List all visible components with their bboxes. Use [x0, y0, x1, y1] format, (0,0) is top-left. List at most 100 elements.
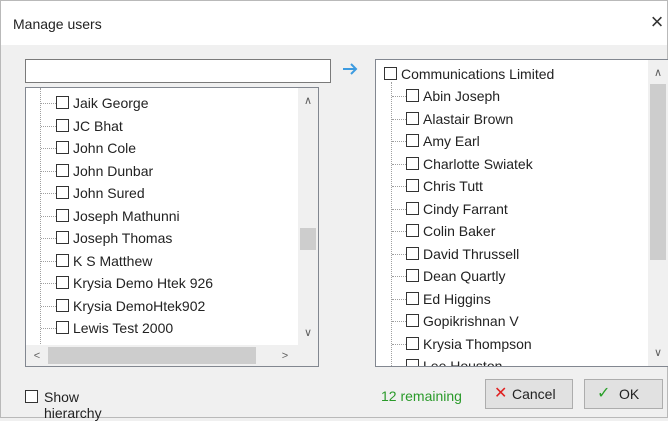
list-item[interactable]: Dean Quartly: [376, 265, 646, 287]
show-hierarchy-checkbox[interactable]: [25, 390, 38, 403]
checkbox[interactable]: [56, 253, 69, 267]
list-item[interactable]: Ed Higgins: [376, 288, 646, 310]
left-horizontal-scrollbar[interactable]: < >: [25, 345, 319, 367]
list-item[interactable]: John Cole: [26, 137, 296, 159]
cancel-button[interactable]: ✕ Cancel: [485, 379, 573, 409]
user-name-label: Lee Houston: [423, 358, 503, 367]
scroll-up-icon[interactable]: ∧: [649, 64, 667, 82]
checkbox[interactable]: [406, 201, 419, 215]
checkbox[interactable]: [56, 298, 69, 312]
list-item[interactable]: Lee Houston: [376, 355, 646, 367]
close-icon[interactable]: ×: [645, 10, 668, 34]
tree-connector: [392, 321, 406, 322]
checkbox[interactable]: [56, 208, 69, 222]
list-item[interactable]: Gopikrishnan V: [376, 310, 646, 332]
list-item[interactable]: Krysia DemoHtek902: [26, 295, 296, 317]
checkbox[interactable]: [406, 179, 419, 192]
list-item[interactable]: Krysia Thompson: [376, 333, 646, 355]
scroll-thumb[interactable]: [650, 84, 666, 260]
list-item[interactable]: John Dunbar: [26, 160, 296, 182]
checkbox[interactable]: [406, 224, 419, 237]
user-name-label: Cindy Farrant: [423, 200, 508, 217]
tree-connector: [41, 260, 56, 262]
list-item[interactable]: David Thrussell: [376, 243, 646, 265]
checkbox[interactable]: [406, 291, 419, 305]
user-name-label: Chris Tutt: [423, 178, 483, 194]
tree-connector: [392, 141, 406, 142]
user-name-label: Ed Higgins: [423, 290, 491, 307]
tree-connector: [392, 118, 406, 120]
scroll-right-icon[interactable]: >: [276, 347, 294, 365]
checkbox[interactable]: [406, 359, 419, 366]
list-item[interactable]: Joseph Thomas: [26, 227, 296, 249]
available-users-list[interactable]: Jaik George JC Bhat John Cole John Dunbar Jo…: [25, 87, 319, 367]
left-vertical-scrollbar[interactable]: ∧ ∨: [298, 88, 318, 346]
scroll-thumb[interactable]: [300, 228, 316, 250]
tree-connector: [392, 253, 406, 255]
tree-connector: [41, 193, 56, 194]
cancel-x-icon: ✕: [494, 385, 508, 402]
checkbox[interactable]: [56, 186, 69, 199]
checkbox[interactable]: [406, 156, 419, 170]
scroll-down-icon[interactable]: ∨: [299, 324, 317, 342]
user-name-label: Alastair Brown: [423, 110, 514, 127]
list-item[interactable]: Colin Baker: [376, 220, 646, 242]
list-item[interactable]: Abin Joseph: [376, 85, 646, 107]
user-name-label: Krysia Demo Htek 926: [73, 275, 214, 291]
checkbox[interactable]: [56, 276, 69, 289]
checkbox[interactable]: [406, 269, 419, 282]
scroll-left-icon[interactable]: <: [28, 347, 46, 365]
checkbox[interactable]: [406, 246, 419, 260]
tree-connector: [41, 170, 56, 172]
user-name-label: Abin Joseph: [423, 88, 501, 104]
tree-connector: [392, 366, 406, 367]
checkbox[interactable]: [406, 111, 419, 125]
list-item[interactable]: Chris Tutt: [376, 175, 646, 197]
right-arrow-icon[interactable]: [341, 60, 359, 78]
checkbox[interactable]: [56, 231, 69, 244]
checkbox[interactable]: [406, 336, 419, 350]
cancel-label: Cancel: [512, 386, 556, 402]
show-hierarchy-label: Show hierarchy: [44, 389, 102, 421]
checkbox[interactable]: [406, 89, 419, 102]
list-item[interactable]: K S Matthew: [26, 250, 296, 272]
scroll-down-icon[interactable]: ∨: [649, 344, 667, 362]
list-item[interactable]: Jaik George: [26, 92, 296, 114]
user-name-label: JC Bhat: [73, 117, 123, 134]
right-vertical-scrollbar[interactable]: ∧ ∨: [648, 60, 668, 366]
search-input[interactable]: [25, 59, 331, 83]
list-item[interactable]: John Sured: [26, 182, 296, 204]
list-item[interactable]: Charlotte Swiatek: [376, 153, 646, 175]
ok-label: OK: [619, 386, 640, 402]
list-item[interactable]: Cindy Farrant: [376, 198, 646, 220]
checkbox[interactable]: [56, 118, 69, 132]
user-name-label: K S Matthew: [73, 252, 153, 269]
tree-connector: [392, 343, 406, 345]
list-item[interactable]: Amy Earl: [376, 130, 646, 152]
user-name-label: John Cole: [73, 140, 137, 156]
ok-button[interactable]: ✓ OK: [584, 379, 663, 409]
user-name-label: Lewis Test 2000: [73, 320, 174, 336]
scroll-up-icon[interactable]: ∧: [299, 92, 317, 110]
list-item[interactable]: JC Bhat: [26, 115, 296, 137]
checkbox[interactable]: [56, 163, 69, 177]
horizontal-scroll-thumb[interactable]: [48, 347, 256, 364]
list-item[interactable]: Alastair Brown: [376, 108, 646, 130]
checkbox[interactable]: [406, 134, 419, 147]
list-item[interactable]: Krysia Demo Htek 926: [26, 272, 296, 294]
tree-root-label: Communications Limited: [401, 66, 555, 82]
tree-connector: [41, 305, 56, 307]
checkbox[interactable]: [406, 314, 419, 327]
user-name-label: Jaik George: [73, 95, 149, 111]
checkbox[interactable]: [56, 321, 69, 334]
list-item[interactable]: Joseph Mathunni: [26, 205, 296, 227]
selected-users-tree[interactable]: Communications Limited Abin Joseph Alasta…: [375, 59, 668, 367]
checkbox[interactable]: [384, 67, 397, 80]
user-name-label: John Sured: [73, 185, 145, 201]
checkbox[interactable]: [56, 141, 69, 154]
user-name-label: John Dunbar: [73, 162, 154, 179]
title-bar: Manage users ×: [1, 1, 667, 45]
user-name-label: Krysia DemoHtek902: [73, 297, 206, 314]
checkbox[interactable]: [56, 96, 69, 109]
list-item[interactable]: Lewis Test 2000: [26, 317, 296, 339]
